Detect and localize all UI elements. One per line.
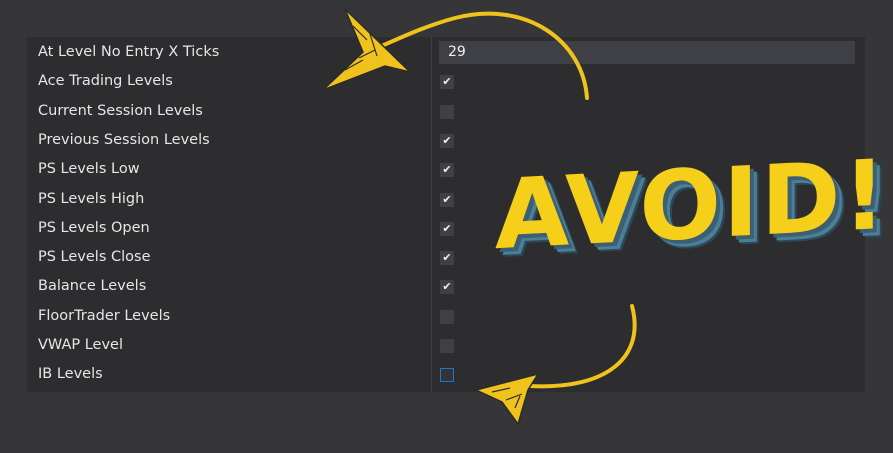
avoid-overlay-text: AVOID! — [495, 138, 889, 272]
checkmark-icon: ✔ — [442, 221, 452, 235]
checkmark-icon: ✔ — [442, 163, 452, 177]
setting-checkbox[interactable]: ✔ — [440, 221, 454, 236]
setting-label: PS Levels Close — [38, 249, 151, 266]
setting-checkbox[interactable]: ✔ — [440, 163, 454, 178]
bottom-arrow-icon — [473, 304, 637, 426]
setting-label: PS Levels High — [38, 190, 145, 207]
setting-label: Previous Session Levels — [38, 131, 210, 148]
setting-label: VWAP Level — [38, 337, 124, 353]
setting-label: PS Levels Open — [38, 219, 150, 236]
setting-label: Balance Levels — [38, 278, 147, 295]
setting-checkbox[interactable] — [440, 339, 454, 353]
setting-checkbox[interactable]: ✔ — [440, 192, 454, 207]
setting-label: Ace Trading Levels — [38, 73, 173, 90]
setting-checkbox[interactable]: ✔ — [440, 133, 454, 148]
setting-label: IB Levels — [38, 366, 103, 383]
setting-label: Current Session Levels — [38, 102, 203, 119]
checkmark-icon: ✔ — [442, 133, 452, 147]
setting-row: FloorTrader Levels — [27, 302, 865, 331]
setting-row: VWAP Level — [27, 331, 865, 360]
setting-row: IB Levels — [27, 360, 865, 389]
setting-checkbox[interactable] — [440, 368, 454, 383]
setting-label: FloorTrader Levels — [38, 307, 171, 324]
setting-checkbox[interactable] — [440, 309, 454, 324]
setting-checkbox[interactable]: ✔ — [440, 251, 454, 266]
setting-label: PS Levels Low — [38, 161, 140, 178]
setting-checkbox[interactable] — [440, 104, 454, 119]
top-arrow-icon — [322, 8, 589, 100]
checkmark-icon: ✔ — [442, 280, 452, 294]
setting-label: At Level No Entry X Ticks — [38, 44, 220, 60]
checkmark-icon: ✔ — [442, 192, 452, 206]
setting-row: Balance Levels ✔ — [27, 272, 865, 301]
setting-checkbox[interactable]: ✔ — [440, 280, 454, 295]
checkmark-icon: ✔ — [442, 251, 452, 265]
